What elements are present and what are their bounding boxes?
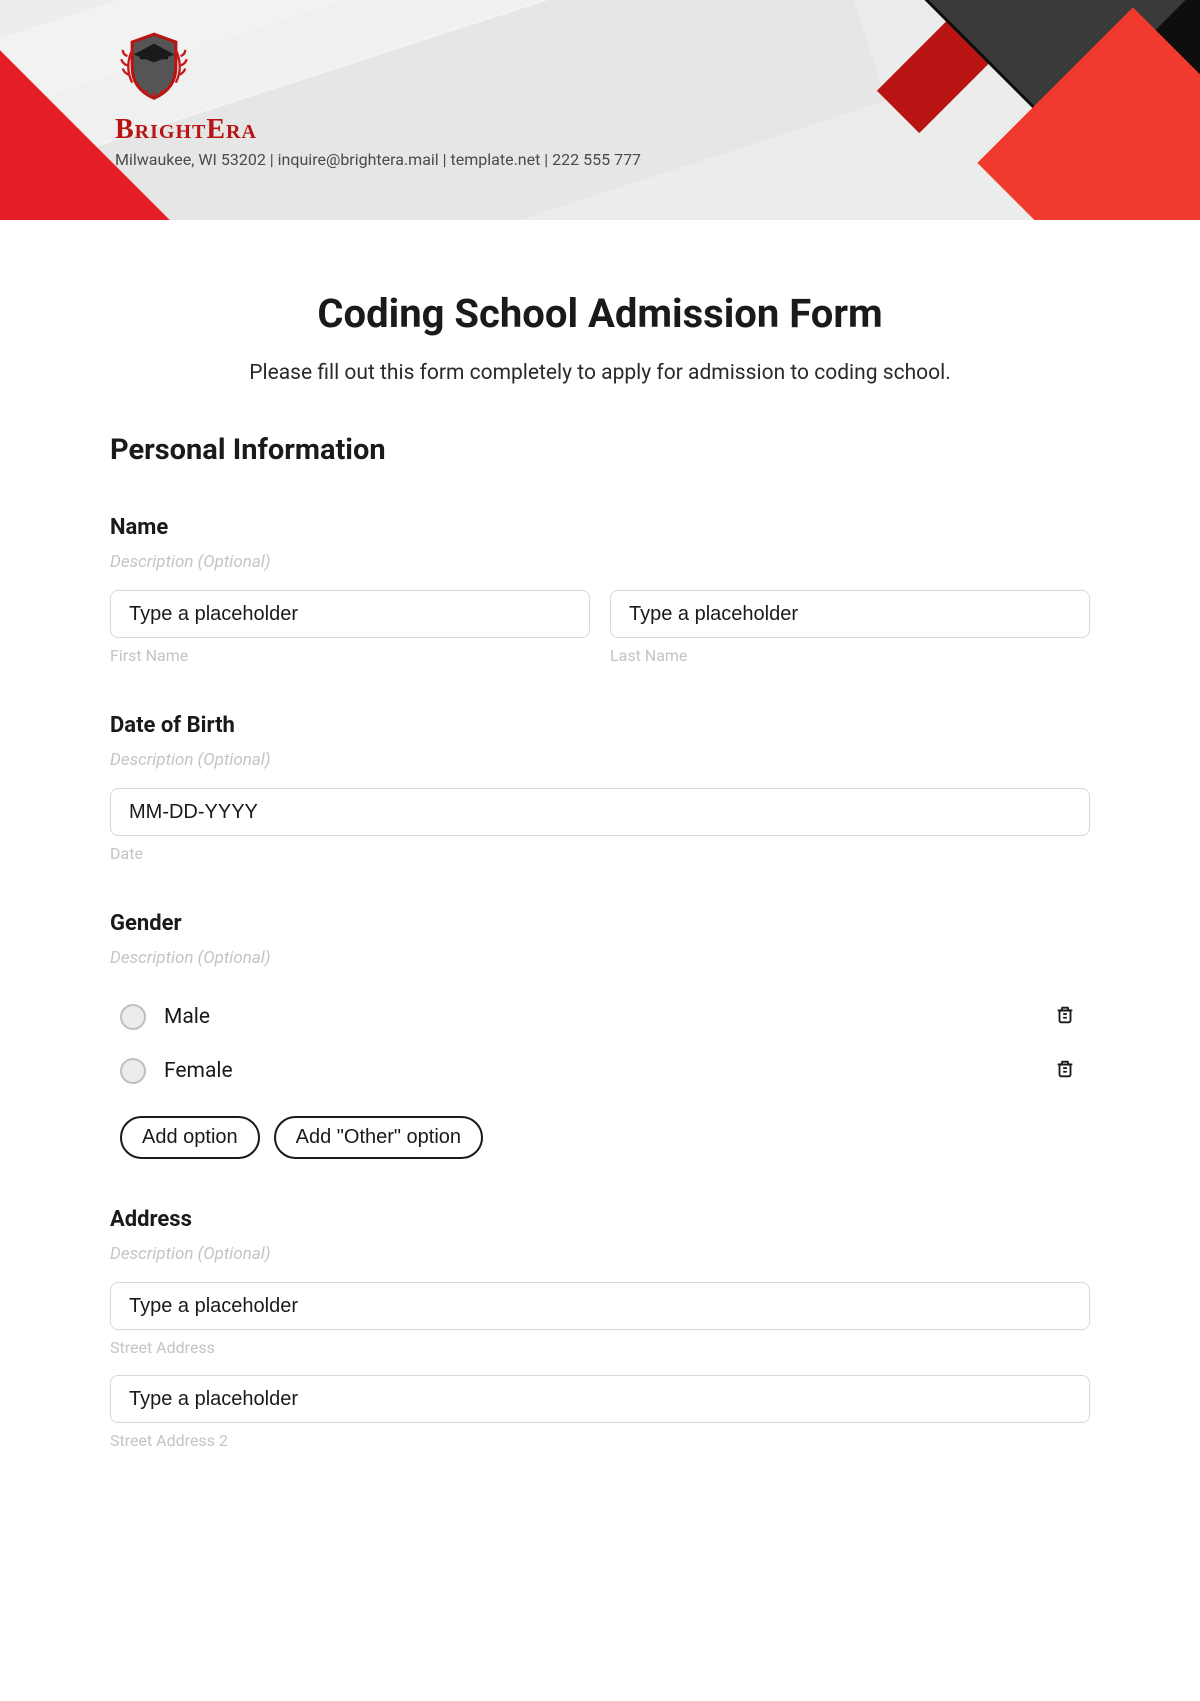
sublabel-first-name: First Name — [110, 646, 590, 665]
sublabel-last-name: Last Name — [610, 646, 1090, 665]
field-description: Description (Optional) — [110, 552, 1090, 572]
field-label-address: Address — [110, 1207, 1090, 1232]
trash-icon[interactable] — [1054, 1056, 1076, 1086]
radio-label-female: Female — [164, 1059, 233, 1083]
field-description: Description (Optional) — [110, 750, 1090, 770]
sublabel-street-address-2: Street Address 2 — [110, 1431, 1090, 1450]
last-name-input[interactable] — [610, 590, 1090, 638]
field-address: Address Description (Optional) Street Ad… — [110, 1207, 1090, 1450]
field-name: Name Description (Optional) First Name L… — [110, 515, 1090, 665]
field-gender: Gender Description (Optional) Male Femal… — [110, 911, 1090, 1159]
form-subtitle: Please fill out this form completely to … — [110, 361, 1090, 385]
section-personal-information: Personal Information — [110, 433, 1090, 467]
add-option-button[interactable]: Add option — [120, 1116, 260, 1159]
brand-name: BrightEra — [115, 114, 1200, 146]
brand-block: BrightEra Milwaukee, WI 53202 | inquire@… — [0, 0, 1200, 169]
radio-female[interactable] — [120, 1058, 146, 1084]
field-label-dob: Date of Birth — [110, 713, 1090, 738]
gender-option-row: Female — [110, 1044, 1090, 1098]
radio-male[interactable] — [120, 1004, 146, 1030]
field-description: Description (Optional) — [110, 1244, 1090, 1264]
add-other-option-button[interactable]: Add "Other" option — [274, 1116, 483, 1159]
field-date-of-birth: Date of Birth Description (Optional) Dat… — [110, 713, 1090, 863]
letterhead-header: BrightEra Milwaukee, WI 53202 | inquire@… — [0, 0, 1200, 220]
field-description: Description (Optional) — [110, 948, 1090, 968]
brand-contact-line: Milwaukee, WI 53202 | inquire@brightera.… — [115, 150, 1200, 169]
form-body: Coding School Admission Form Please fill… — [0, 220, 1200, 1508]
trash-icon[interactable] — [1054, 1002, 1076, 1032]
field-label-gender: Gender — [110, 911, 1090, 936]
field-label-name: Name — [110, 515, 1090, 540]
street-address-input[interactable] — [110, 1282, 1090, 1330]
dob-input[interactable] — [110, 788, 1090, 836]
form-title: Coding School Admission Form — [110, 290, 1090, 337]
brand-logo-icon — [115, 28, 193, 106]
first-name-input[interactable] — [110, 590, 590, 638]
street-address-2-input[interactable] — [110, 1375, 1090, 1423]
radio-label-male: Male — [164, 1005, 210, 1029]
gender-option-row: Male — [110, 990, 1090, 1044]
sublabel-street-address: Street Address — [110, 1338, 1090, 1357]
sublabel-date: Date — [110, 844, 1090, 863]
